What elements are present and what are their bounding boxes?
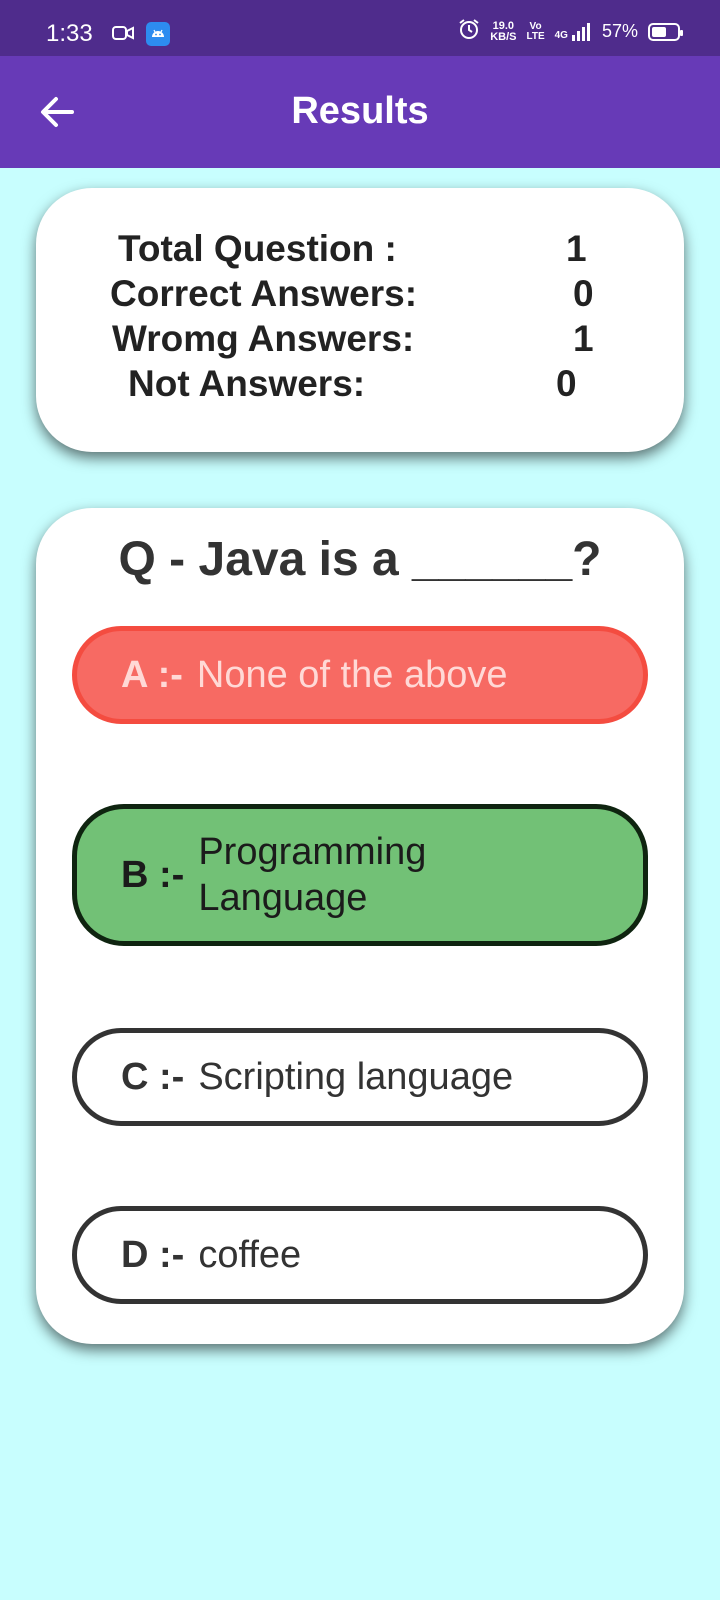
- option-text: Scripting language: [198, 1056, 514, 1098]
- not-answers-value: 0: [556, 363, 577, 404]
- page-title: Results: [291, 90, 429, 132]
- status-time: 1:33: [46, 20, 93, 47]
- option-a[interactable]: A :- None of the above: [72, 626, 648, 724]
- network-speed: 19.0 KB/S: [490, 19, 517, 43]
- wrong-answers-value: 1: [573, 318, 594, 359]
- correct-answers-value: 0: [573, 273, 594, 314]
- option-letter: B :-: [121, 853, 185, 896]
- volte-indicator: Vo LTE: [526, 20, 545, 42]
- option-text: coffee: [198, 1234, 302, 1276]
- wrong-answers-label: Wromg Answers:: [112, 318, 415, 359]
- android-app-icon: [146, 22, 170, 46]
- battery-icon: [648, 22, 683, 41]
- signal-icon: 4G: [555, 22, 592, 41]
- status-indicators: 19.0 KB/S Vo LTE 4G 57%: [458, 18, 683, 45]
- alarm-icon: [458, 18, 480, 45]
- option-d[interactable]: D :- coffee: [72, 1206, 648, 1304]
- summary-card: Total Question : 1 Correct Answers: 0 Wr…: [36, 188, 684, 452]
- total-question-label: Total Question :: [118, 228, 397, 269]
- app-bar: Results: [0, 56, 720, 168]
- not-answers-label: Not Answers:: [128, 363, 366, 404]
- option-letter: D :-: [121, 1233, 185, 1276]
- total-question-value: 1: [566, 228, 587, 269]
- status-bar: 1:33 19.0 KB/S Vo LTE 4G 57%: [0, 0, 720, 56]
- question-card: Q - Java is a ______? A :- None of the a…: [36, 508, 684, 1344]
- option-letter: A :-: [121, 653, 183, 696]
- option-b[interactable]: B :- Programming Language: [72, 804, 648, 946]
- question-text: Q - Java is a ______?: [118, 533, 602, 586]
- option-text: None of the above: [196, 654, 508, 696]
- video-camera-icon: [112, 24, 134, 47]
- battery-percent: 57%: [601, 21, 638, 41]
- option-c[interactable]: C :- Scripting language: [72, 1028, 648, 1126]
- option-letter: C :-: [121, 1055, 185, 1098]
- correct-answers-label: Correct Answers:: [110, 273, 418, 314]
- option-text: Programming Language: [198, 831, 427, 919]
